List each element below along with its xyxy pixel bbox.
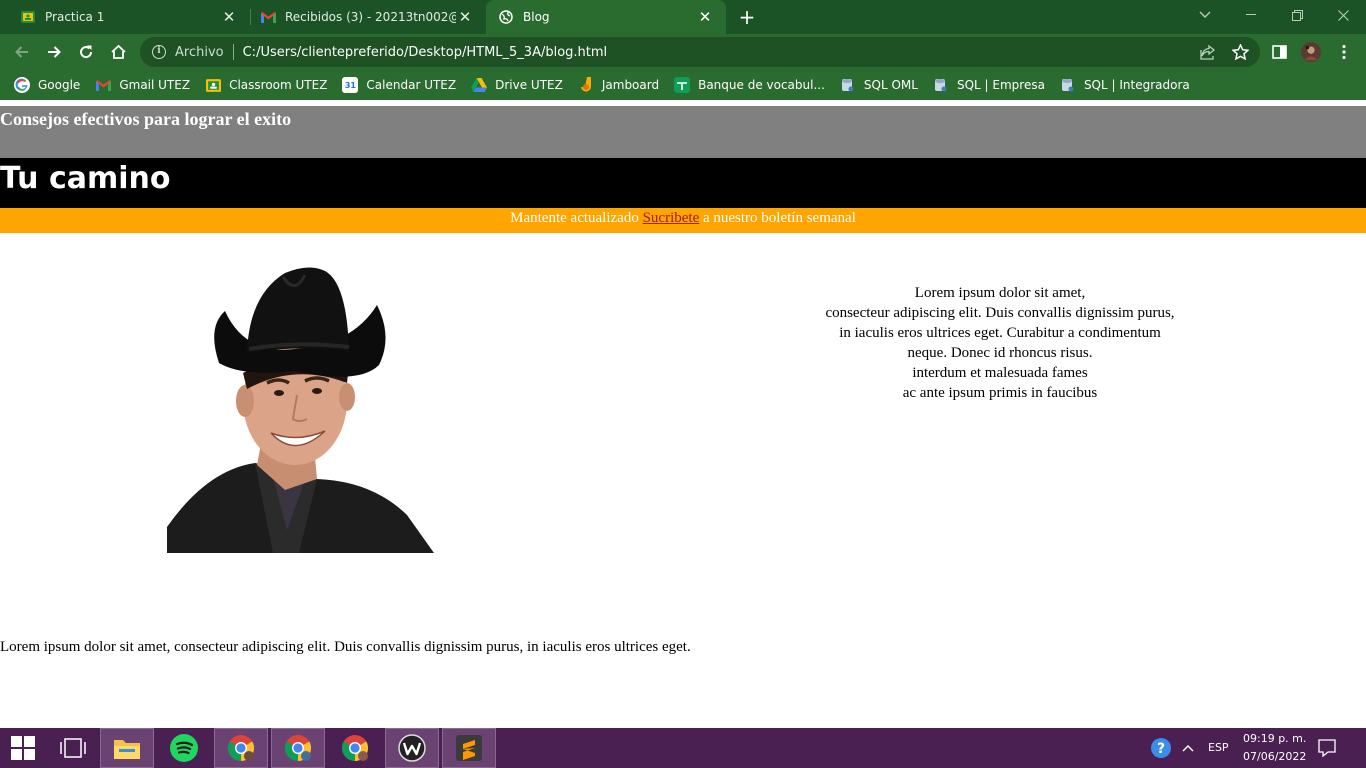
database-icon [933,77,949,93]
title-bar: Tu camino [0,158,1366,208]
forward-button[interactable] [43,41,65,63]
task-view-icon[interactable] [46,728,100,768]
tab-title: Blog [523,10,550,24]
bookmark-star-icon[interactable] [1230,42,1250,62]
url-text[interactable]: C:/Users/clientepreferido/Desktop/HTML_5… [243,45,608,60]
language-indicator[interactable]: ESP [1208,741,1229,754]
bookmark-label: Calendar UTEZ [366,78,457,92]
bookmark-google[interactable]: Google [14,77,80,93]
banner-text-before: Mantente actualizado [510,210,643,226]
bookmark-drive-utez[interactable]: Drive UTEZ [471,77,563,93]
close-window-button[interactable] [1320,0,1366,30]
tab-search-icon[interactable] [1182,0,1228,30]
page-title: Tu camino [0,161,171,196]
footer-paragraph: Lorem ipsum dolor sit amet, consecteur a… [0,639,691,655]
info-icon[interactable]: i [152,45,166,59]
tab-title: Practica 1 [45,10,105,24]
bookmark-label: SQL OML [863,78,918,92]
spotify-icon[interactable] [157,728,211,768]
chrome-icon[interactable] [271,728,325,768]
notifications-icon[interactable] [1313,728,1341,768]
sublime-text-icon[interactable] [442,728,496,768]
page-subtitle: Consejos efectivos para lograr el exito [0,109,292,129]
banner-text-after: a nuestro boletín semanal [699,210,856,226]
tab-gmail[interactable]: Recibidos (3) - 20213tn002@utez ✕ [250,0,486,34]
home-button[interactable] [107,41,129,63]
portrait-image [167,265,434,553]
bookmark-label: Jamboard [601,78,660,92]
bookmarks-bar: Google Gmail UTEZ Classroom UTEZ 31 Cale… [0,70,1366,100]
chrome-icon[interactable] [328,728,382,768]
svg-text:?: ? [1157,741,1165,757]
bookmark-label: Drive UTEZ [495,78,563,92]
minimize-button[interactable] [1228,0,1274,30]
tab-practica[interactable]: Practica 1 ✕ [0,0,250,34]
security-label: Archivo [175,44,224,60]
profile-avatar[interactable] [1301,42,1321,62]
bookmark-label: Classroom UTEZ [229,78,328,92]
windows-taskbar: ? ESP 09:19 p. m. 07/06/2022 [0,728,1366,768]
clock-date[interactable]: 07/06/2022 [1243,750,1306,763]
bookmark-banque-vocabul[interactable]: Banque de vocabul... [674,77,825,93]
chevron-up-icon[interactable] [1176,728,1200,768]
share-icon[interactable] [1198,42,1218,62]
tab-blog[interactable]: Blog ✕ [486,0,726,34]
webstorm-icon[interactable] [385,728,439,768]
tab-strip: Practica 1 ✕ Recibidos (3) - 20213tn002@… [0,0,1366,34]
bookmark-label: Google [38,78,81,92]
bookmark-gmail-utez[interactable]: Gmail UTEZ [95,77,190,93]
reload-button[interactable] [75,41,97,63]
bookmark-label: Gmail UTEZ [119,78,191,92]
lorem-line: consecteur adipiscing elit. Duis convall… [825,305,1175,321]
menu-icon[interactable] [1334,42,1354,62]
divider [232,44,234,60]
help-icon[interactable]: ? [1147,728,1175,768]
subscribe-link[interactable]: Sucribete [643,210,700,226]
bookmark-jamboard[interactable]: Jamboard [578,77,659,93]
subtitle-bar: Consejos efectivos para lograr el exito [0,106,1366,158]
classroom-icon [20,9,36,25]
windows-start-icon[interactable] [0,728,46,768]
gmail-icon [95,77,111,93]
address-bar[interactable]: i Archivo C:/Users/clientepreferido/Desk… [140,37,1260,67]
newsletter-banner: Mantente actualizado Sucribete a nuestro… [0,208,1366,233]
close-icon[interactable]: ✕ [456,8,474,26]
tab-title: Recibidos (3) - 20213tn002@utez [285,10,456,24]
google-icon [14,77,30,93]
gmail-icon [260,9,276,25]
bookmark-label: SQL | Integradora [1083,78,1190,92]
back-button[interactable] [11,41,33,63]
bookmark-label: SQL | Empresa [956,78,1045,92]
bookmark-sql-integradora[interactable]: SQL | Integradora [1060,77,1190,93]
drive-icon [471,77,488,93]
bookmark-classroom-utez[interactable]: Classroom UTEZ [205,77,327,93]
lorem-line: Lorem ipsum dolor sit amet, [914,285,1086,301]
close-icon[interactable]: ✕ [696,8,714,26]
clock-time[interactable]: 09:19 p. m. [1243,732,1306,745]
side-panel-icon[interactable] [1269,42,1289,62]
lorem-line: neque. Donec id rhoncus risus. [907,345,1093,361]
lorem-line: interdum et malesuada fames [912,365,1088,381]
lorem-paragraph: Lorem ipsum dolor sit amet, consecteur a… [780,283,1220,403]
chrome-icon[interactable] [214,728,268,768]
bookmark-label: Banque de vocabul... [698,78,825,92]
jamboard-icon [578,77,594,93]
calendar-icon: 31 [342,77,359,93]
bookmark-sql-empresa[interactable]: SQL | Empresa [933,77,1045,93]
bookmark-calendar-utez[interactable]: 31 Calendar UTEZ [342,77,456,93]
classroom-icon [205,77,221,93]
close-icon[interactable]: ✕ [220,8,238,26]
globe-icon [498,9,514,25]
database-icon [840,77,856,93]
restore-button[interactable] [1274,0,1320,30]
new-tab-button[interactable]: + [736,6,758,28]
sheets-icon [674,77,691,93]
file-explorer-icon[interactable] [100,728,154,768]
page-viewport: Consejos efectivos para lograr el exito … [0,100,1366,728]
database-icon [1060,77,1076,93]
browser-toolbar: i Archivo C:/Users/clientepreferido/Desk… [0,34,1366,70]
lorem-line: ac ante ipsum primis in faucibus [902,385,1098,401]
lorem-line: in iaculis eros ultrices eget. Curabitur… [839,325,1161,341]
bookmark-sql-oml[interactable]: SQL OML [840,77,918,93]
